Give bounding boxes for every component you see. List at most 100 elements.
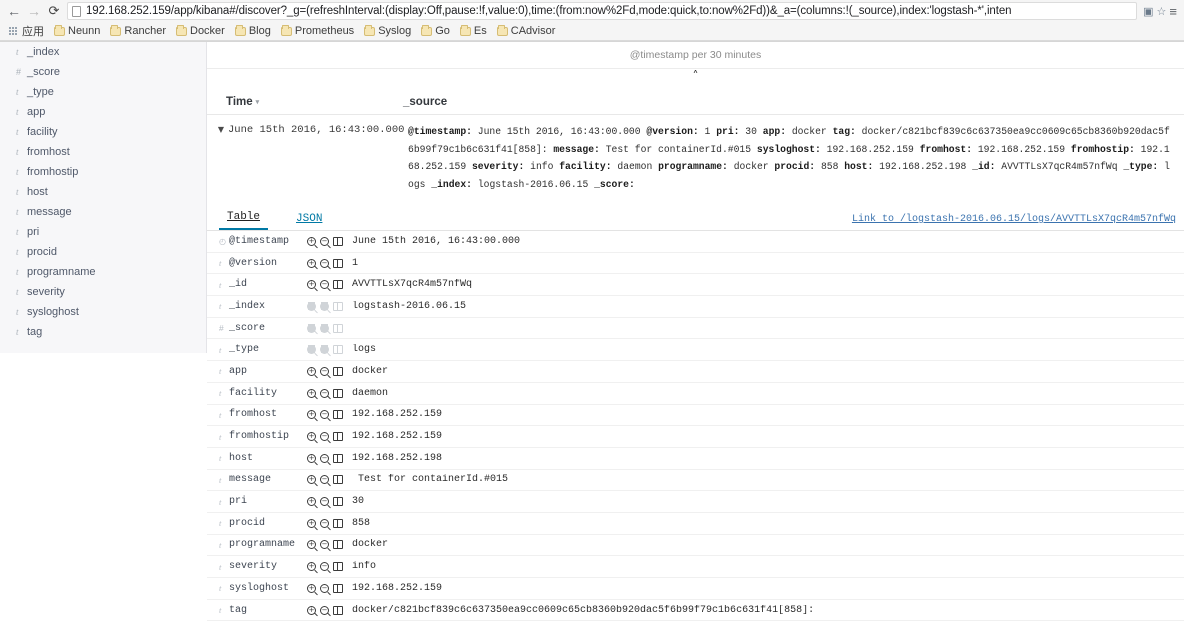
sidebar-field-fromhostip[interactable]: t fromhostip (0, 162, 206, 182)
detail-row-procid: t procid + −858 (207, 513, 1184, 535)
filter-for-value-icon[interactable]: + (307, 388, 316, 398)
doc-permalink[interactable]: Link to /logstash-2016.06.15/logs/AVVTTL… (852, 214, 1176, 225)
toggle-column-icon[interactable] (333, 236, 343, 246)
filter-for-value-icon[interactable]: + (307, 605, 316, 615)
chevron-up-icon[interactable]: ˄ (693, 70, 699, 82)
filter-for-value-icon[interactable]: + (307, 453, 316, 463)
filter-out-value-icon[interactable]: − (320, 497, 329, 507)
bookmark-item[interactable]: Rancher (107, 24, 171, 38)
sidebar-field-label: app (27, 106, 46, 118)
sidebar-field-host[interactable]: t host (0, 182, 206, 202)
bookmark-item[interactable]: Syslog (361, 24, 416, 38)
toggle-column-icon[interactable] (333, 366, 343, 376)
address-bar[interactable]: 192.168.252.159/app/kibana#/discover?_g=… (67, 2, 1138, 20)
toggle-column-icon[interactable] (333, 280, 343, 290)
sidebar-field-label: sysloghost (27, 306, 79, 318)
folder-icon (110, 24, 122, 36)
bookmark-item[interactable]: 应用 (6, 22, 49, 40)
filter-out-value-icon[interactable]: − (320, 605, 329, 615)
toggle-column-icon[interactable] (333, 453, 343, 463)
bookmark-star-icon[interactable]: ☆ (1157, 5, 1167, 18)
bookmark-item[interactable]: Prometheus (278, 24, 359, 38)
toggle-column-icon[interactable] (333, 258, 343, 268)
filter-out-value-icon[interactable]: − (320, 453, 329, 463)
filter-for-value-icon[interactable]: + (307, 432, 316, 442)
filter-for-value-icon[interactable]: + (307, 410, 316, 420)
filter-out-value-icon[interactable]: − (320, 432, 329, 442)
filter-for-value-icon[interactable]: + (307, 475, 316, 485)
sidebar-field-index[interactable]: t _index (0, 42, 206, 62)
filter-for-value-icon[interactable]: + (307, 280, 316, 290)
filter-for-value-icon[interactable]: + (307, 562, 316, 572)
filter-out-value-icon[interactable]: − (320, 475, 329, 485)
sort-caret-icon[interactable]: ▾ (256, 98, 260, 106)
toggle-column-icon[interactable] (333, 540, 343, 550)
bookmark-label: Prometheus (294, 25, 355, 37)
tab-json[interactable]: JSON (288, 211, 330, 230)
sidebar-field-type[interactable]: t _type (0, 82, 206, 102)
filter-for-value-icon[interactable]: + (307, 518, 316, 528)
sidebar-field-tag[interactable]: t tag (0, 322, 206, 342)
sidebar-field-severity[interactable]: t severity (0, 282, 206, 302)
reload-icon[interactable]: ⟳ (44, 1, 64, 21)
filter-out-value-icon[interactable]: − (320, 280, 329, 290)
plus-glyph: + (308, 410, 315, 419)
filter-out-value-icon[interactable]: − (320, 583, 329, 593)
bookmark-item[interactable]: Blog (232, 24, 276, 38)
folder-icon (421, 24, 433, 36)
column-header-time[interactable]: Time ▾ (226, 96, 403, 108)
source-field-value: daemon (617, 161, 653, 172)
filter-out-value-icon[interactable]: − (320, 236, 329, 246)
toggle-column-icon[interactable] (333, 497, 343, 507)
filter-out-value-icon[interactable]: − (320, 258, 329, 268)
toggle-column-icon[interactable] (333, 605, 343, 615)
column-header-source[interactable]: _source (403, 96, 447, 108)
plus-glyph: + (308, 583, 315, 592)
toggle-column-icon[interactable] (333, 518, 343, 528)
filter-out-value-icon[interactable]: − (320, 518, 329, 528)
filter-out-value-icon[interactable]: − (320, 562, 329, 572)
bookmark-item[interactable]: Docker (173, 24, 230, 38)
browser-menu-icon[interactable]: ≡ (1166, 4, 1180, 19)
back-icon[interactable]: ← (4, 1, 24, 21)
sidebar-field-score[interactable]: # _score (0, 62, 206, 82)
filter-for-value-icon[interactable]: + (307, 366, 316, 376)
filter-out-value-icon[interactable]: − (320, 366, 329, 376)
sidebar-field-app[interactable]: t app (0, 102, 206, 122)
filter-for-value-icon[interactable]: + (307, 583, 316, 593)
filter-for-value-icon[interactable]: + (307, 497, 316, 507)
sidebar-field-sysloghost[interactable]: t sysloghost (0, 302, 206, 322)
toggle-column-icon[interactable] (333, 432, 343, 442)
toggle-column-icon[interactable] (333, 388, 343, 398)
bookmark-item[interactable]: Go (418, 24, 455, 38)
sidebar-field-fromhost[interactable]: t fromhost (0, 142, 206, 162)
bookmark-item[interactable]: Es (457, 24, 492, 38)
filter-for-value-icon[interactable]: + (307, 236, 316, 246)
minus-glyph: − (321, 345, 328, 354)
histogram-collapse-row[interactable]: ˄ (207, 69, 1184, 89)
toggle-column-icon[interactable] (333, 475, 343, 485)
filter-for-value-icon[interactable]: + (307, 258, 316, 268)
toggle-column-icon[interactable] (333, 410, 343, 420)
sidebar-field-label: _score (27, 66, 61, 78)
sidebar-field-programname[interactable]: t programname (0, 262, 206, 282)
cast-icon[interactable]: ▣ (1143, 5, 1153, 18)
filter-out-value-icon[interactable]: − (320, 388, 329, 398)
bookmark-item[interactable]: CAdvisor (494, 24, 561, 38)
forward-icon[interactable]: → (24, 1, 44, 21)
field-type-icon: ◴ (219, 236, 226, 246)
filter-out-value-icon[interactable]: − (320, 410, 329, 420)
sidebar-field-procid[interactable]: t procid (0, 242, 206, 262)
bookmark-item[interactable]: Neunn (51, 24, 105, 38)
plus-glyph: + (308, 258, 315, 267)
minus-glyph: − (321, 583, 328, 592)
toggle-column-icon[interactable] (333, 562, 343, 572)
sidebar-field-facility[interactable]: t facility (0, 122, 206, 142)
filter-out-value-icon[interactable]: − (320, 540, 329, 550)
expand-row-toggle-icon[interactable]: ▼ (214, 123, 228, 193)
tab-table[interactable]: Table (219, 209, 269, 230)
sidebar-field-message[interactable]: t message (0, 202, 206, 222)
sidebar-field-pri[interactable]: t pri (0, 222, 206, 242)
toggle-column-icon[interactable] (333, 583, 343, 593)
filter-for-value-icon[interactable]: + (307, 540, 316, 550)
